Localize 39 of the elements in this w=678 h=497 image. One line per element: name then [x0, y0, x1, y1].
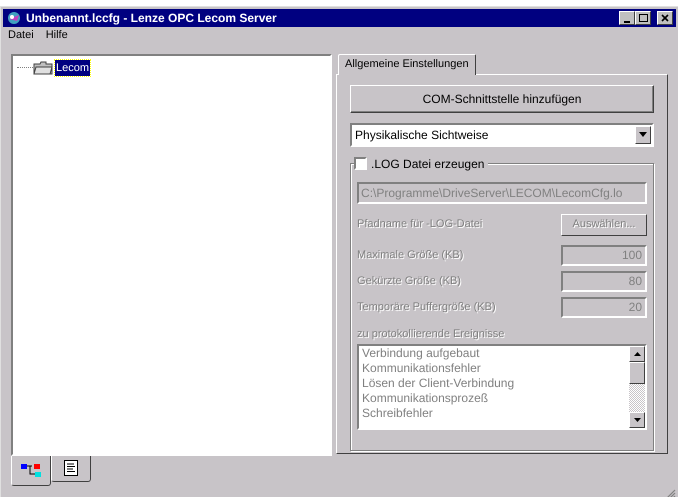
- size-field: 80: [561, 270, 647, 292]
- event-list-item[interactable]: Schreibfehler: [362, 406, 433, 421]
- view-dropdown[interactable]: Physikalische Sichtweise: [350, 122, 654, 146]
- close-icon: [659, 13, 671, 23]
- tree-view-tab[interactable]: [11, 456, 51, 486]
- log-checkbox[interactable]: [354, 157, 368, 170]
- tab[interactable]: Allgemeine Einstellungen: [338, 54, 476, 74]
- menu-item[interactable]: Datei: [7, 27, 35, 44]
- menu-item[interactable]: Hilfe: [44, 27, 69, 44]
- event-list-item[interactable]: Kommunikationsfehler: [362, 361, 481, 376]
- maximize-icon: [637, 13, 649, 23]
- size-label: Maximale Größe (KB): [357, 248, 464, 263]
- events-label: zu protokollierende Ereignisse: [357, 326, 506, 342]
- size-label: Gekürzte Größe (KB): [357, 274, 461, 289]
- size-field: 100: [561, 244, 647, 266]
- scrollbar[interactable]: [629, 346, 645, 428]
- size-field: 20: [561, 296, 647, 318]
- window-title: Unbenannt.lccfg - Lenze OPC Lecom Server: [26, 10, 278, 27]
- path-field: C:\Programme\DriveServer\LECOM\LecomCfg.lo: [357, 182, 647, 204]
- document-icon: [64, 460, 78, 476]
- event-list-item[interactable]: Verbindung aufgebaut: [362, 346, 480, 361]
- scroll-down-icon: [634, 418, 640, 422]
- event-list-item[interactable]: Lösen der Client-Verbindung: [362, 376, 514, 391]
- scroll-up-icon: [634, 352, 640, 356]
- add-com-button[interactable]: COM-Schnittstelle hinzufügen: [350, 84, 654, 112]
- folder-icon: [33, 60, 53, 75]
- document-view-tab[interactable]: [51, 456, 91, 482]
- minimize-button[interactable]: [619, 11, 635, 25]
- tree-item[interactable]: Lecom: [55, 60, 90, 76]
- log-checkbox-label: .LOG Datei erzeugen: [371, 156, 484, 172]
- maximize-button[interactable]: [635, 11, 651, 25]
- size-label: Temporäre Puffergröße (KB): [357, 300, 496, 315]
- minimize-icon: [624, 20, 630, 22]
- app-icon: [6, 10, 22, 26]
- dropdown-arrow-icon: [639, 132, 647, 137]
- tree-icon: [20, 462, 42, 478]
- event-list-item[interactable]: Kommunikationsprozeß: [362, 391, 488, 406]
- path-label: Pfadname für -LOG-Datei: [357, 217, 482, 232]
- close-button[interactable]: [657, 11, 673, 25]
